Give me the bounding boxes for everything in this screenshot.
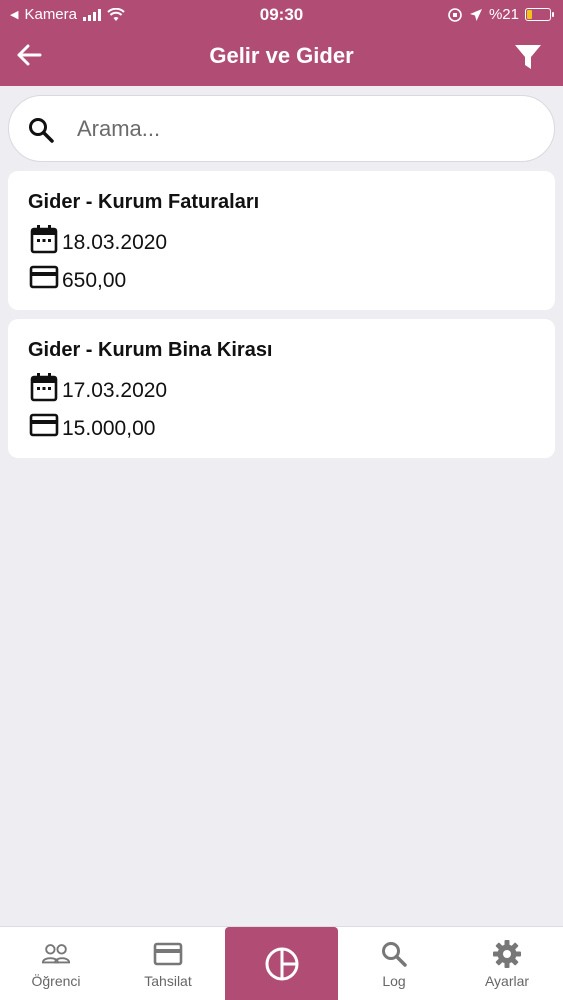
entry-date: 17.03.2020 <box>62 379 168 402</box>
people-icon <box>41 939 71 969</box>
search-bar[interactable] <box>8 95 555 162</box>
entry-date: 18.03.2020 <box>62 231 168 254</box>
nav-gelir-gider[interactable] <box>225 927 338 1000</box>
battery-percent: %21 <box>488 6 519 23</box>
credit-card-icon <box>28 261 60 293</box>
filter-icon <box>515 45 541 69</box>
battery-icon <box>525 8 554 21</box>
nav-label: Öğrenci <box>31 973 81 989</box>
entry-title: Gider - Kurum Bina Kirası <box>28 339 273 361</box>
calendar-icon <box>28 371 60 403</box>
entry-date-row: 17.03.2020 <box>28 371 167 403</box>
nav-label: Ayarlar <box>484 973 530 989</box>
entry-amount-row: 15.000,00 <box>28 409 155 441</box>
status-right: %21 <box>447 6 554 23</box>
nav-ayarlar[interactable]: Ayarlar <box>451 927 563 1000</box>
nav-log[interactable]: Log <box>338 927 450 1000</box>
entry-amount: 15.000,00 <box>62 417 156 440</box>
list-item[interactable]: Gider - Kurum Faturaları 18.03.2020 650,… <box>8 171 555 310</box>
entry-title: Gider - Kurum Faturaları <box>28 191 260 213</box>
filter-button[interactable] <box>513 42 543 72</box>
nav-ogrenci[interactable]: Öğrenci <box>0 927 112 1000</box>
pie-chart-icon <box>265 947 298 981</box>
gear-icon <box>492 939 522 969</box>
credit-card-icon <box>28 409 60 441</box>
page-title: Gelir ve Gider <box>209 43 354 68</box>
location-icon <box>469 8 482 21</box>
search-input[interactable] <box>77 108 527 150</box>
entry-date-row: 18.03.2020 <box>28 223 167 255</box>
nav-label: Log <box>382 973 406 989</box>
nav-label: Tahsilat <box>144 973 192 989</box>
nav-tahsilat[interactable]: Tahsilat <box>112 927 224 1000</box>
credit-card-icon <box>153 939 183 969</box>
search-icon <box>379 939 409 969</box>
bottom-navigation: Öğrenci Tahsilat Log Ayarlar <box>0 926 563 1000</box>
app-header: ◀ Kamera 09:30 %21 Gelir ve Gider <box>0 0 563 86</box>
orientation-lock-icon <box>448 7 462 22</box>
status-bar: ◀ Kamera 09:30 %21 <box>0 0 563 30</box>
entry-amount-row: 650,00 <box>28 261 126 293</box>
list-item[interactable]: Gider - Kurum Bina Kirası 17.03.2020 15.… <box>8 319 555 458</box>
entry-amount: 650,00 <box>62 269 127 292</box>
search-icon <box>29 118 54 143</box>
calendar-icon <box>28 223 60 255</box>
